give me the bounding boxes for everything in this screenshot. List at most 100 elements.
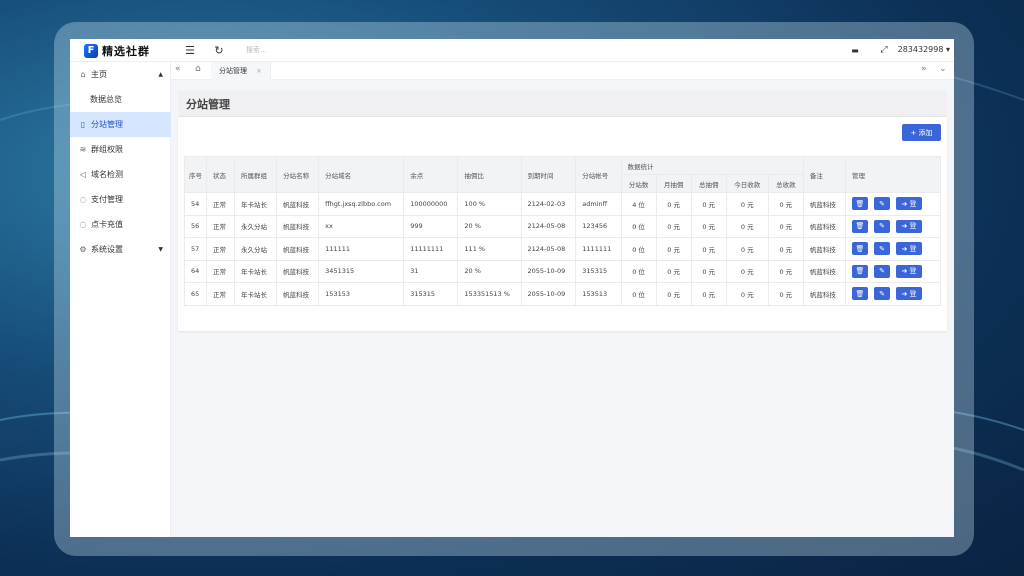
tab-branch-management[interactable]: 分站管理 × <box>211 62 271 80</box>
cell-sites: 0 位 <box>620 282 657 306</box>
refresh-icon[interactable]: ↻ <box>212 43 226 57</box>
add-button[interactable]: + 添加 <box>902 124 941 141</box>
col-domain: 分站域名 <box>318 156 405 193</box>
cell-account: 315315 <box>575 259 622 283</box>
table-row: 54 正常 年卡站长 帆蓝科技 ffhgt.jxsq.zlbbo.com 100… <box>184 192 941 216</box>
cell-domain: xx <box>318 214 405 238</box>
edit-button[interactable]: ✎ <box>874 264 890 278</box>
sidebar-item-dashboard[interactable]: 数据总览 <box>70 87 171 112</box>
cell-status: 正常 <box>205 282 236 306</box>
sidebar-item-home[interactable]: ⌂ 主页 ▲ <box>70 62 171 87</box>
sidebar-item-system-settings[interactable]: ⚙ 系统设置 ▼ <box>70 237 171 262</box>
cell-ratio: 20 % <box>457 259 522 283</box>
cell-expire: 2124-02-03 <box>520 192 577 216</box>
cell-today-income: 0 元 <box>725 282 769 306</box>
login-button[interactable]: ➜ 登 <box>896 287 922 301</box>
tab-dropdown-icon[interactable]: ⌄ <box>939 64 947 74</box>
cell-group: 年卡站长 <box>234 282 278 306</box>
col-sites: 分站数 <box>620 174 657 193</box>
cell-account: adminff <box>575 192 622 216</box>
cell-domain: 3451315 <box>318 259 405 283</box>
cell-domain: 153153 <box>318 282 405 306</box>
sidebar-item-domain-check[interactable]: ◁ 域名检测 <box>70 162 171 187</box>
login-button[interactable]: ➜ 登 <box>896 242 922 256</box>
cell-status: 正常 <box>205 237 236 261</box>
col-status: 状态 <box>205 156 236 193</box>
cell-note: 帆蓝科技 <box>802 192 847 216</box>
table-row: 57 正常 永久分站 帆蓝科技 111111 11111111 111 % 21… <box>184 237 941 261</box>
edit-button[interactable]: ✎ <box>874 219 890 233</box>
cell-ratio: 111 % <box>457 237 522 261</box>
search-input[interactable]: 搜索... <box>246 45 267 55</box>
cell-expire: 2055-10-09 <box>520 282 577 306</box>
cell-ratio: 20 % <box>457 214 522 238</box>
cell-month-commission: 0 元 <box>655 259 692 283</box>
cell-domain: ffhgt.jxsq.zlbbo.com <box>318 192 405 216</box>
cell-note: 帆蓝科技 <box>802 259 847 283</box>
fullscreen-icon[interactable]: ⤢ <box>877 43 891 57</box>
col-expire: 到期时间 <box>520 156 577 193</box>
col-month-commission: 月抽佣 <box>655 174 692 193</box>
cell-note: 帆蓝科技 <box>802 214 847 238</box>
chat-icon[interactable]: ▬ <box>848 43 862 57</box>
shield-icon: ◌ <box>79 220 87 229</box>
cell-sites: 0 位 <box>620 237 657 261</box>
cell-group: 永久分站 <box>234 237 278 261</box>
cell-remaining: 11111111 <box>403 237 459 261</box>
col-account: 分站帐号 <box>575 156 622 193</box>
cell-today-income: 0 元 <box>725 214 769 238</box>
home-tab-icon[interactable]: ⌂ <box>195 64 201 74</box>
delete-button[interactable]: 🗑 <box>852 287 868 301</box>
cell-total-income: 0 元 <box>767 259 804 283</box>
cell-note: 帆蓝科技 <box>802 237 847 261</box>
col-note: 备注 <box>802 156 847 193</box>
delete-button[interactable]: 🗑 <box>852 242 868 256</box>
cell-domain: 111111 <box>318 237 405 261</box>
user-menu[interactable]: 283432998 ▾ <box>898 45 950 54</box>
logo-icon: F <box>84 43 98 58</box>
cell-seq: 65 <box>184 282 207 306</box>
cell-account: 1111111 <box>575 237 622 261</box>
home-icon: ⌂ <box>80 70 86 79</box>
sidebar-item-group-permissions[interactable]: ≋ 群组权限 <box>70 137 171 162</box>
delete-button[interactable]: 🗑 <box>852 197 868 211</box>
edit-button[interactable]: ✎ <box>874 197 890 211</box>
delete-button[interactable]: 🗑 <box>852 264 868 278</box>
sidebar-item-label: 域名检测 <box>91 170 123 179</box>
sidebar-item-label: 点卡充值 <box>91 220 123 229</box>
cell-ratio: 153351513 % <box>457 282 522 306</box>
sidebar-item-payment[interactable]: ◌ 支付管理 <box>70 187 171 212</box>
cell-actions: 🗑 ✎ ➜ 登 <box>845 259 941 283</box>
branch-icon: ▯ <box>80 120 86 129</box>
sidebar-item-label: 数据总览 <box>90 95 122 104</box>
delete-button[interactable]: 🗑 <box>852 219 868 233</box>
menu-toggle-icon[interactable]: ☰ <box>183 43 197 57</box>
tab-close-icon[interactable]: × <box>256 67 262 75</box>
table-row: 64 正常 年卡站长 帆蓝科技 3451315 31 20 % 2055-10-… <box>184 259 941 283</box>
cell-remaining: 31 <box>403 259 459 283</box>
login-button[interactable]: ➜ 登 <box>896 197 922 211</box>
col-remaining: 余点 <box>403 156 459 193</box>
cell-actions: 🗑 ✎ ➜ 登 <box>845 192 941 216</box>
sidebar-item-branch-management[interactable]: ▯ 分站管理 <box>70 112 171 137</box>
cell-total-income: 0 元 <box>767 214 804 238</box>
cell-total-income: 0 元 <box>767 282 804 306</box>
cell-total-income: 0 元 <box>767 192 804 216</box>
col-name: 分站名称 <box>276 156 320 193</box>
cell-ratio: 100 % <box>457 192 522 216</box>
sidebar-item-card-recharge[interactable]: ◌ 点卡充值 <box>70 212 171 237</box>
sidebar-item-label: 群组权限 <box>91 145 123 154</box>
sliders-icon: ≋ <box>79 145 87 154</box>
cell-total-commission: 0 元 <box>690 214 727 238</box>
scroll-left-icon[interactable]: « <box>175 64 181 74</box>
cell-total-commission: 0 元 <box>690 259 727 283</box>
edit-button[interactable]: ✎ <box>874 287 890 301</box>
scroll-right-icon[interactable]: » <box>921 64 927 74</box>
edit-button[interactable]: ✎ <box>874 242 890 256</box>
login-button[interactable]: ➜ 登 <box>896 219 922 233</box>
sidebar: ⌂ 主页 ▲ 数据总览 ▯ 分站管理 ≋ 群组权限 ◁ 域名检测 ◌ 支付管理 … <box>70 62 171 537</box>
cell-total-commission: 0 元 <box>690 282 727 306</box>
logo[interactable]: F 精选社群 <box>70 39 171 62</box>
col-group: 所属群组 <box>234 156 278 193</box>
login-button[interactable]: ➜ 登 <box>896 264 922 278</box>
